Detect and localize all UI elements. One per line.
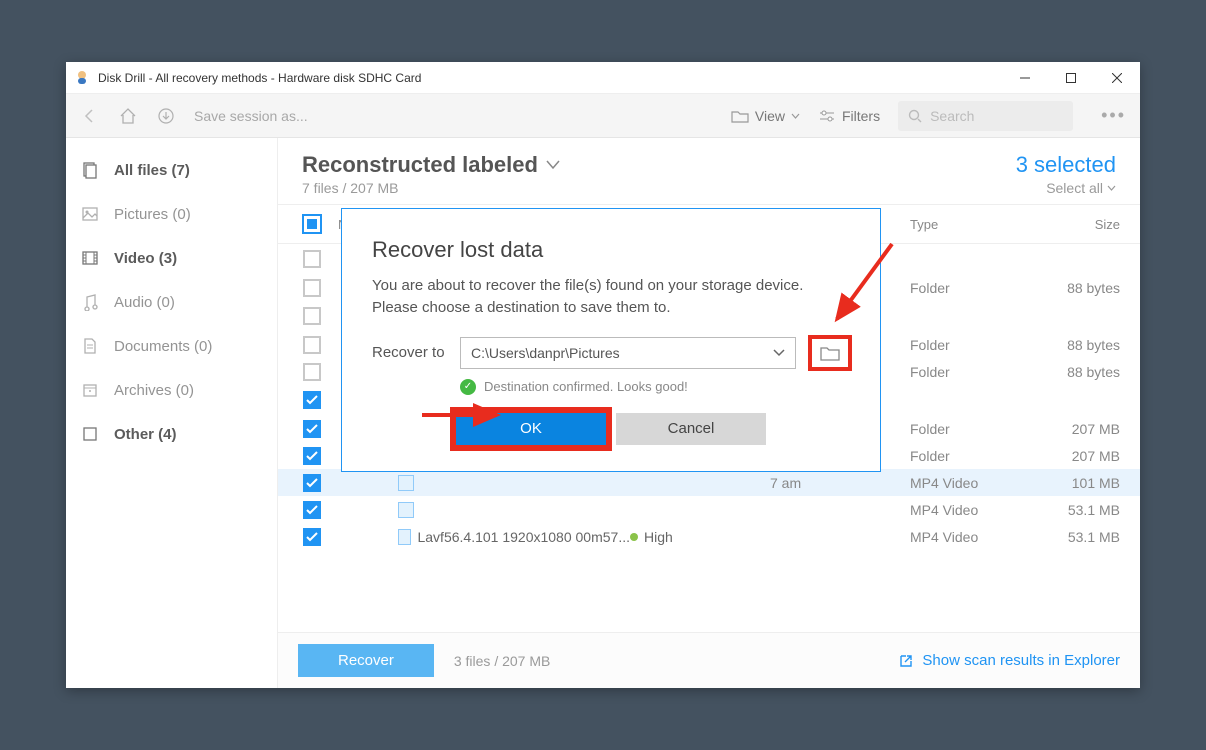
row-checkbox[interactable] <box>303 336 321 354</box>
save-session-button[interactable]: Save session as... <box>194 108 308 124</box>
folder-icon <box>731 109 749 123</box>
titlebar: Disk Drill - All recovery methods - Hard… <box>66 62 1140 94</box>
music-icon <box>80 292 100 312</box>
folder-icon <box>820 345 840 361</box>
row-checkbox[interactable] <box>303 528 321 546</box>
sidebar-item-other[interactable]: Other (4) <box>66 412 277 456</box>
show-in-explorer-link[interactable]: Show scan results in Explorer <box>898 652 1120 669</box>
chevron-down-icon <box>546 160 560 170</box>
toolbar: Save session as... View Filters Search •… <box>66 94 1140 138</box>
dialog-title: Recover lost data <box>372 237 850 263</box>
sidebar-item-video[interactable]: Video (3) <box>66 236 277 280</box>
sliders-icon <box>818 109 836 123</box>
recover-button[interactable]: Recover <box>298 644 434 677</box>
close-button[interactable] <box>1094 62 1140 94</box>
row-checkbox[interactable] <box>303 391 321 409</box>
dialog-body: You are about to recover the file(s) fou… <box>372 275 850 319</box>
row-checkbox[interactable] <box>303 250 321 268</box>
sidebar: All files (7) Pictures (0) Video (3) Aud… <box>66 138 278 688</box>
row-checkbox[interactable] <box>303 307 321 325</box>
search-icon <box>908 109 922 123</box>
sidebar-item-archives[interactable]: Archives (0) <box>66 368 277 412</box>
row-checkbox[interactable] <box>303 474 321 492</box>
file-icon <box>398 475 414 491</box>
image-icon <box>80 204 100 224</box>
recover-dialog: Recover lost data You are about to recov… <box>341 208 881 472</box>
filters-button[interactable]: Filters <box>818 108 880 124</box>
external-link-icon <box>898 653 914 669</box>
back-icon[interactable] <box>80 106 100 126</box>
document-icon <box>80 336 100 356</box>
recover-to-label: Recover to <box>372 344 446 361</box>
select-all-checkbox[interactable] <box>292 214 332 234</box>
destination-dropdown[interactable]: C:\Users\danpr\Pictures <box>460 337 796 369</box>
page-heading: Reconstructed labeled 7 files / 207 MB 3… <box>278 138 1140 204</box>
file-icon <box>398 502 414 518</box>
table-row[interactable]: 7 am MP4 Video 101 MB <box>278 469 1140 496</box>
more-button[interactable]: ••• <box>1091 105 1126 126</box>
column-type[interactable]: Type <box>910 217 1030 232</box>
confirmation-text: ✓ Destination confirmed. Looks good! <box>460 379 850 395</box>
page-subtitle: 7 files / 207 MB <box>302 180 1016 196</box>
download-icon[interactable] <box>156 106 176 126</box>
row-checkbox[interactable] <box>303 363 321 381</box>
archive-icon <box>80 380 100 400</box>
table-row[interactable]: MP4 Video 53.1 MB <box>278 496 1140 523</box>
row-checkbox[interactable] <box>303 447 321 465</box>
select-all-button[interactable]: Select all <box>1016 180 1116 196</box>
browse-folder-button[interactable] <box>810 337 850 369</box>
maximize-button[interactable] <box>1048 62 1094 94</box>
row-checkbox[interactable] <box>303 420 321 438</box>
minimize-button[interactable] <box>1002 62 1048 94</box>
column-size[interactable]: Size <box>1030 217 1140 232</box>
sidebar-item-all-files[interactable]: All files (7) <box>66 148 277 192</box>
chevron-down-icon <box>791 113 800 119</box>
app-window: Disk Drill - All recovery methods - Hard… <box>66 62 1140 688</box>
home-icon[interactable] <box>118 106 138 126</box>
chevron-down-icon <box>773 349 785 357</box>
sidebar-item-pictures[interactable]: Pictures (0) <box>66 192 277 236</box>
file-icon <box>398 529 411 545</box>
sidebar-item-audio[interactable]: Audio (0) <box>66 280 277 324</box>
video-icon <box>80 248 100 268</box>
chevron-down-icon <box>1107 185 1116 191</box>
files-icon <box>80 160 100 180</box>
other-icon <box>80 424 100 444</box>
cancel-button[interactable]: Cancel <box>616 413 766 445</box>
footer: Recover 3 files / 207 MB Show scan resul… <box>278 632 1140 688</box>
file-table: Name Recovery chances Date Modified Type… <box>278 204 1140 632</box>
search-input[interactable]: Search <box>898 101 1073 131</box>
checkmark-icon: ✓ <box>460 379 476 395</box>
row-checkbox[interactable] <box>303 501 321 519</box>
status-dot <box>630 533 638 541</box>
window-title: Disk Drill - All recovery methods - Hard… <box>98 71 1002 85</box>
row-checkbox[interactable] <box>303 279 321 297</box>
app-icon <box>74 70 90 86</box>
ok-button[interactable]: OK <box>456 413 606 445</box>
table-row[interactable]: Lavf56.4.101 1920x1080 00m57... High MP4… <box>278 523 1140 550</box>
view-dropdown[interactable]: View <box>731 108 800 124</box>
main-content: Reconstructed labeled 7 files / 207 MB 3… <box>278 138 1140 688</box>
page-title[interactable]: Reconstructed labeled <box>302 152 1016 178</box>
sidebar-item-documents[interactable]: Documents (0) <box>66 324 277 368</box>
selected-count: 3 selected <box>1016 152 1116 178</box>
footer-info: 3 files / 207 MB <box>454 653 551 669</box>
